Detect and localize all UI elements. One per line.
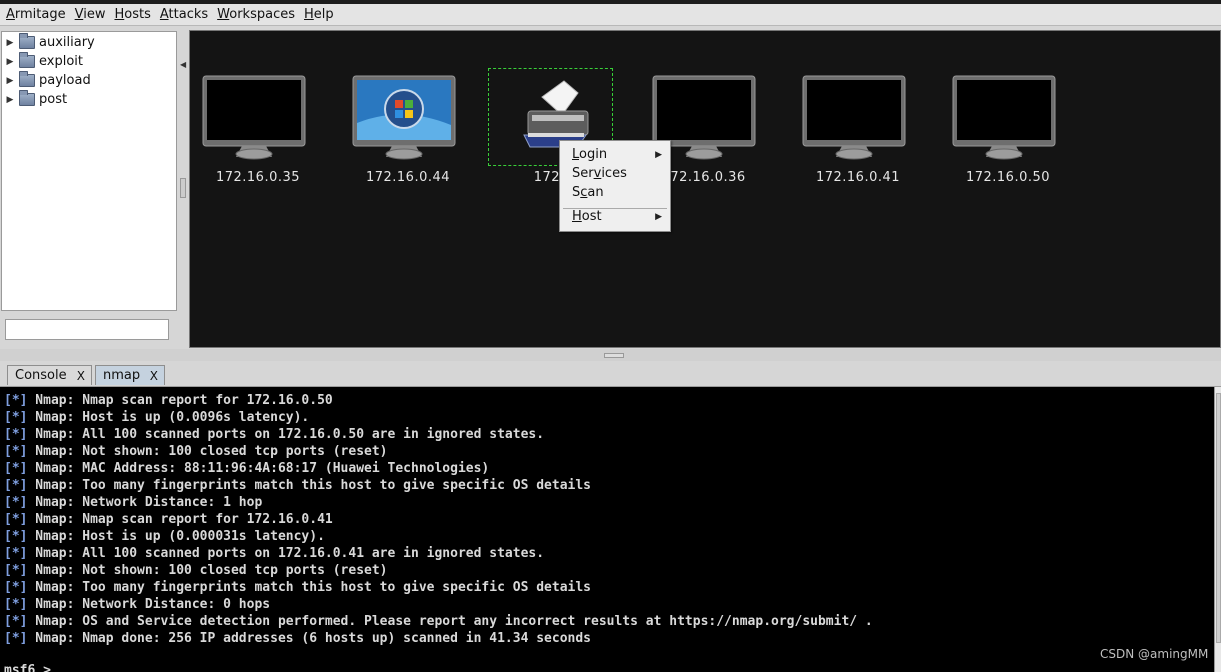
- folder-icon: [19, 52, 35, 68]
- submenu-arrow-icon: ▶: [655, 150, 662, 160]
- menu-help[interactable]: Help: [301, 7, 337, 22]
- tree-item-post[interactable]: ▶ post: [2, 90, 176, 109]
- console-line: [*] Nmap: Nmap done: 256 IP addresses (6…: [4, 631, 592, 646]
- scrollbar-thumb[interactable]: [1216, 393, 1221, 643]
- console-line: [*] Nmap: Host is up (0.000031s latency)…: [4, 529, 325, 544]
- expand-arrow-icon[interactable]: ▶: [4, 76, 16, 86]
- menu-armitage[interactable]: Armitage: [3, 7, 69, 22]
- console-line: [*] Nmap: OS and Service detection perfo…: [4, 614, 873, 629]
- tree-item-auxiliary[interactable]: ▶ auxiliary: [2, 33, 176, 52]
- nmap-console-output[interactable]: [*] Nmap: Nmap scan report for 172.16.0.…: [0, 387, 1214, 672]
- monitor-icon: [802, 75, 906, 160]
- console-line: [*] Nmap: All 100 scanned ports on 172.1…: [4, 427, 545, 442]
- split-left-arrow-icon[interactable]: ◀: [180, 60, 186, 69]
- console-line: [*] Nmap: Network Distance: 0 hops: [4, 597, 271, 612]
- watermark: CSDN @amingMM: [1100, 647, 1209, 661]
- module-tree: ▶ auxiliary ▶ exploit ▶ payload ▶ post: [1, 31, 177, 311]
- close-icon[interactable]: X: [150, 369, 158, 383]
- monitor-icon: [952, 75, 1056, 160]
- tree-item-label: auxiliary: [39, 35, 95, 50]
- tab-nmap[interactable]: nmap X: [95, 365, 165, 385]
- host-ip-label: 172.16.0.44: [365, 170, 451, 185]
- windows-monitor-icon: [352, 75, 456, 160]
- expand-arrow-icon[interactable]: ▶: [4, 95, 16, 105]
- split-handle[interactable]: [604, 353, 624, 358]
- host-ip-label: 172.16.0.41: [815, 170, 901, 185]
- console-line: [*] Nmap: Not shown: 100 closed tcp port…: [4, 444, 388, 459]
- tab-bar: Console X nmap X: [0, 362, 1221, 387]
- tab-console[interactable]: Console X: [7, 365, 92, 385]
- menu-view[interactable]: View: [72, 7, 109, 22]
- console-line: [*] Nmap: Too many fingerprints match th…: [4, 580, 592, 595]
- menu-workspaces[interactable]: Workspaces: [214, 7, 298, 22]
- console-line: [*] Nmap: Not shown: 100 closed tcp port…: [4, 563, 388, 578]
- console-line: [*] Nmap: All 100 scanned ports on 172.1…: [4, 546, 545, 561]
- tree-item-label: exploit: [39, 54, 83, 69]
- tree-item-exploit[interactable]: ▶ exploit: [2, 52, 176, 71]
- console-prompt[interactable]: msf6 >: [4, 662, 51, 672]
- menubar: Armitage View Hosts Attacks Workspaces H…: [0, 4, 1221, 26]
- module-search-input[interactable]: [5, 319, 169, 340]
- folder-icon: [19, 33, 35, 49]
- menu-hosts[interactable]: Hosts: [111, 7, 153, 22]
- host-ip-label: 172.16.0.35: [215, 170, 301, 185]
- console-scrollbar[interactable]: [1214, 387, 1221, 672]
- console-line: [*] Nmap: Network Distance: 1 hop: [4, 495, 263, 510]
- expand-arrow-icon[interactable]: ▶: [4, 38, 16, 48]
- close-icon[interactable]: X: [77, 369, 85, 383]
- folder-icon: [19, 90, 35, 106]
- menu-item-services[interactable]: Services: [572, 165, 668, 183]
- tree-item-payload[interactable]: ▶ payload: [2, 71, 176, 90]
- submenu-arrow-icon: ▶: [655, 212, 662, 222]
- tree-item-label: payload: [39, 73, 91, 88]
- console-line: [*] Nmap: Nmap scan report for 172.16.0.…: [4, 512, 333, 527]
- host-ip-label: 172.16.0.50: [965, 170, 1051, 185]
- expand-arrow-icon[interactable]: ▶: [4, 57, 16, 67]
- menu-item-host[interactable]: Host ▶: [572, 208, 668, 226]
- menu-attacks[interactable]: Attacks: [157, 7, 211, 22]
- console-line: [*] Nmap: Nmap scan report for 172.16.0.…: [4, 393, 333, 408]
- tree-item-label: post: [39, 92, 68, 107]
- folder-icon: [19, 71, 35, 87]
- targets-graph[interactable]: 172.16.0.35 172.16.0.44 172.16 72.16.0.3…: [189, 30, 1221, 348]
- vertical-split-handle[interactable]: [180, 178, 186, 198]
- menu-item-login[interactable]: Login ▶: [572, 146, 668, 164]
- monitor-icon: [202, 75, 306, 160]
- console-line: [*] Nmap: MAC Address: 88:11:96:4A:68:17…: [4, 461, 490, 476]
- console-line: [*] Nmap: Too many fingerprints match th…: [4, 478, 592, 493]
- console-line: [*] Nmap: Host is up (0.0096s latency).: [4, 410, 310, 425]
- host-context-menu: Login ▶ Services Scan Host ▶: [559, 140, 671, 232]
- menu-item-scan[interactable]: Scan: [572, 184, 668, 202]
